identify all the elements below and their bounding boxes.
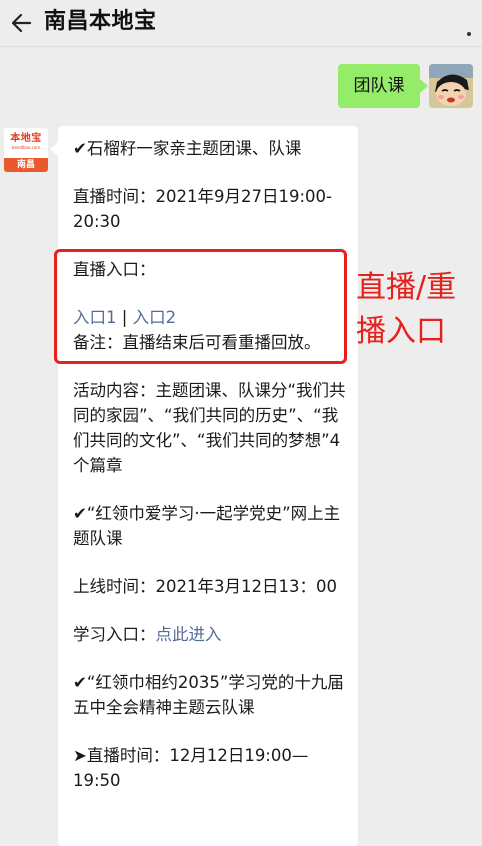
cartoon-avatar-icon	[429, 64, 473, 108]
item2-entry: 学习入口：点此进入	[73, 622, 353, 647]
user-avatar[interactable]	[429, 64, 473, 108]
item2-title: ✔“红领巾爱学习·一起学党史”网上主题队课	[73, 504, 341, 548]
item1-time: 直播时间：2021年9月27日19:00-20:30	[73, 187, 332, 231]
logo-city: 南昌	[4, 158, 48, 172]
arrow-left-icon[interactable]	[8, 9, 36, 37]
item2-entry-label: 学习入口：	[73, 625, 156, 644]
logo-url: bendibao.com	[11, 145, 41, 150]
page-title: 南昌本地宝	[44, 9, 157, 34]
outgoing-message-bubble[interactable]: 团队课	[338, 64, 428, 108]
bot-avatar[interactable]: 本地宝 bendibao.com 南昌	[4, 128, 48, 172]
top-bar: 南昌本地宝	[0, 0, 482, 47]
item3-time: ➤直播时间：12月12日19:00—19:50	[73, 746, 309, 790]
more-dots-icon[interactable]	[462, 10, 476, 38]
item1-content: 活动内容：主题团课、队课分“我们共同的家园”、“我们共同的历史”、“我们共同的文…	[73, 381, 346, 475]
logo-text: 本地宝	[10, 133, 42, 144]
item2-time: 上线时间：2021年3月12日13：00	[73, 577, 337, 596]
annotation-text: 直播/重播入口	[356, 270, 457, 349]
item1-title: ✔石榴籽一家亲主题团课、队课	[73, 139, 302, 158]
logo: 本地宝 bendibao.com	[4, 128, 48, 158]
outgoing-message-text: 团队课	[353, 76, 405, 96]
item3-title: ✔“红领巾相约2035”学习党的十九届五中全会精神主题云队课	[73, 673, 344, 717]
highlight-box	[54, 249, 347, 364]
message-content: ✔石榴籽一家亲主题团课、队课 直播时间：2021年9月27日19:00-20:3…	[73, 136, 353, 793]
enter-link[interactable]: 点此进入	[156, 625, 222, 644]
